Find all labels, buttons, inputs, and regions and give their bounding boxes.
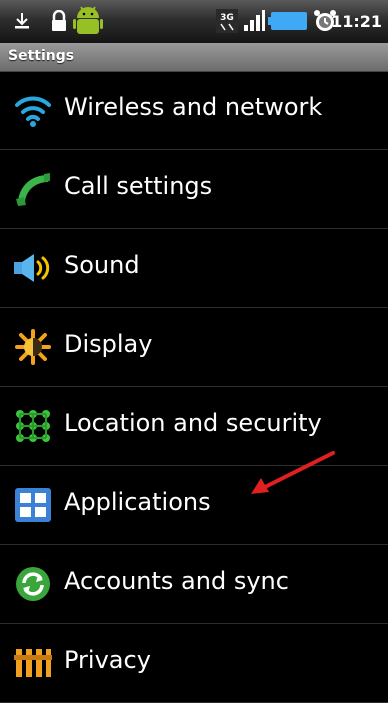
settings-item-label: Privacy <box>64 646 151 674</box>
page-title: Settings <box>8 48 75 64</box>
settings-item-label: Applications <box>64 488 211 516</box>
settings-list: Wireless and network Call settings Sound <box>0 71 388 703</box>
lock-icon <box>52 10 66 31</box>
speaker-icon <box>14 254 50 282</box>
svg-text:3G: 3G <box>220 13 234 23</box>
sync-icon <box>16 567 50 601</box>
location-grid-icon <box>16 410 50 442</box>
battery-icon <box>268 12 307 30</box>
applications-icon <box>15 488 51 522</box>
settings-item-label: Location and security <box>64 409 322 437</box>
settings-item-accounts-and-sync[interactable]: Accounts and sync <box>0 545 388 624</box>
settings-item-sound[interactable]: Sound <box>0 229 388 308</box>
settings-item-label: Display <box>64 330 153 358</box>
title-bar: Settings <box>0 43 388 72</box>
settings-item-label: Wireless and network <box>64 93 323 121</box>
signal-icon <box>244 10 265 31</box>
settings-item-label: Sound <box>64 251 140 279</box>
settings-item-display[interactable]: Display <box>0 308 388 387</box>
clock: 11:21 <box>331 12 382 31</box>
settings-item-label: Accounts and sync <box>64 567 289 595</box>
wifi-icon <box>15 96 51 127</box>
privacy-icon <box>14 649 52 677</box>
settings-item-wireless-and-network[interactable]: Wireless and network <box>0 71 388 150</box>
annotation-arrow <box>251 451 335 494</box>
status-bar: 3G 11:21 <box>0 0 388 43</box>
brightness-icon <box>15 329 51 365</box>
settings-item-label: Call settings <box>64 172 213 200</box>
phone-icon <box>16 173 50 206</box>
3g-icon: 3G <box>216 9 238 33</box>
settings-item-call-settings[interactable]: Call settings <box>0 150 388 229</box>
settings-item-privacy[interactable]: Privacy <box>0 624 388 703</box>
download-icon <box>15 13 29 29</box>
android-icon <box>73 6 103 34</box>
